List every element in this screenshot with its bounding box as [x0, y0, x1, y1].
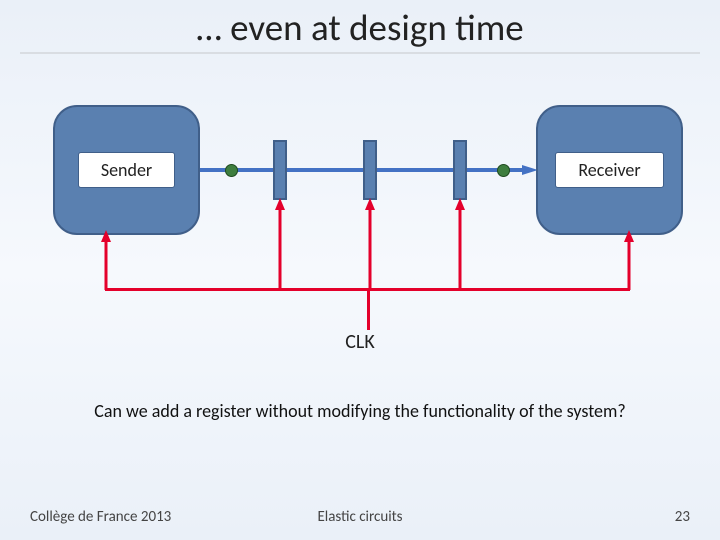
clk-trunk	[367, 290, 370, 330]
receiver-node: Receiver	[536, 105, 683, 235]
pipeline-stage-1	[273, 140, 287, 200]
data-token-1	[225, 164, 238, 177]
slide-title: … even at design time	[0, 5, 720, 50]
slide-number: 23	[675, 508, 690, 526]
pipeline-stage-2	[363, 140, 377, 200]
clk-label: CLK	[0, 330, 720, 354]
receiver-label: Receiver	[555, 152, 663, 188]
clk-feed-receiver	[622, 230, 636, 292]
footer-topic: Elastic circuits	[0, 508, 720, 526]
title-underline	[20, 52, 700, 54]
clk-feed-stage-2	[363, 198, 377, 292]
sender-node: Sender	[53, 105, 200, 235]
diagram-canvas: Sender Receiver CLK	[0, 105, 720, 365]
clk-feed-stage-1	[273, 198, 287, 292]
pipeline-stage-3	[453, 140, 467, 200]
clk-feed-sender	[99, 230, 113, 292]
clk-feed-stage-3	[453, 198, 467, 292]
sender-label: Sender	[78, 152, 175, 188]
question-text: Can we add a register without modifying …	[0, 400, 720, 422]
data-token-2	[497, 164, 510, 177]
